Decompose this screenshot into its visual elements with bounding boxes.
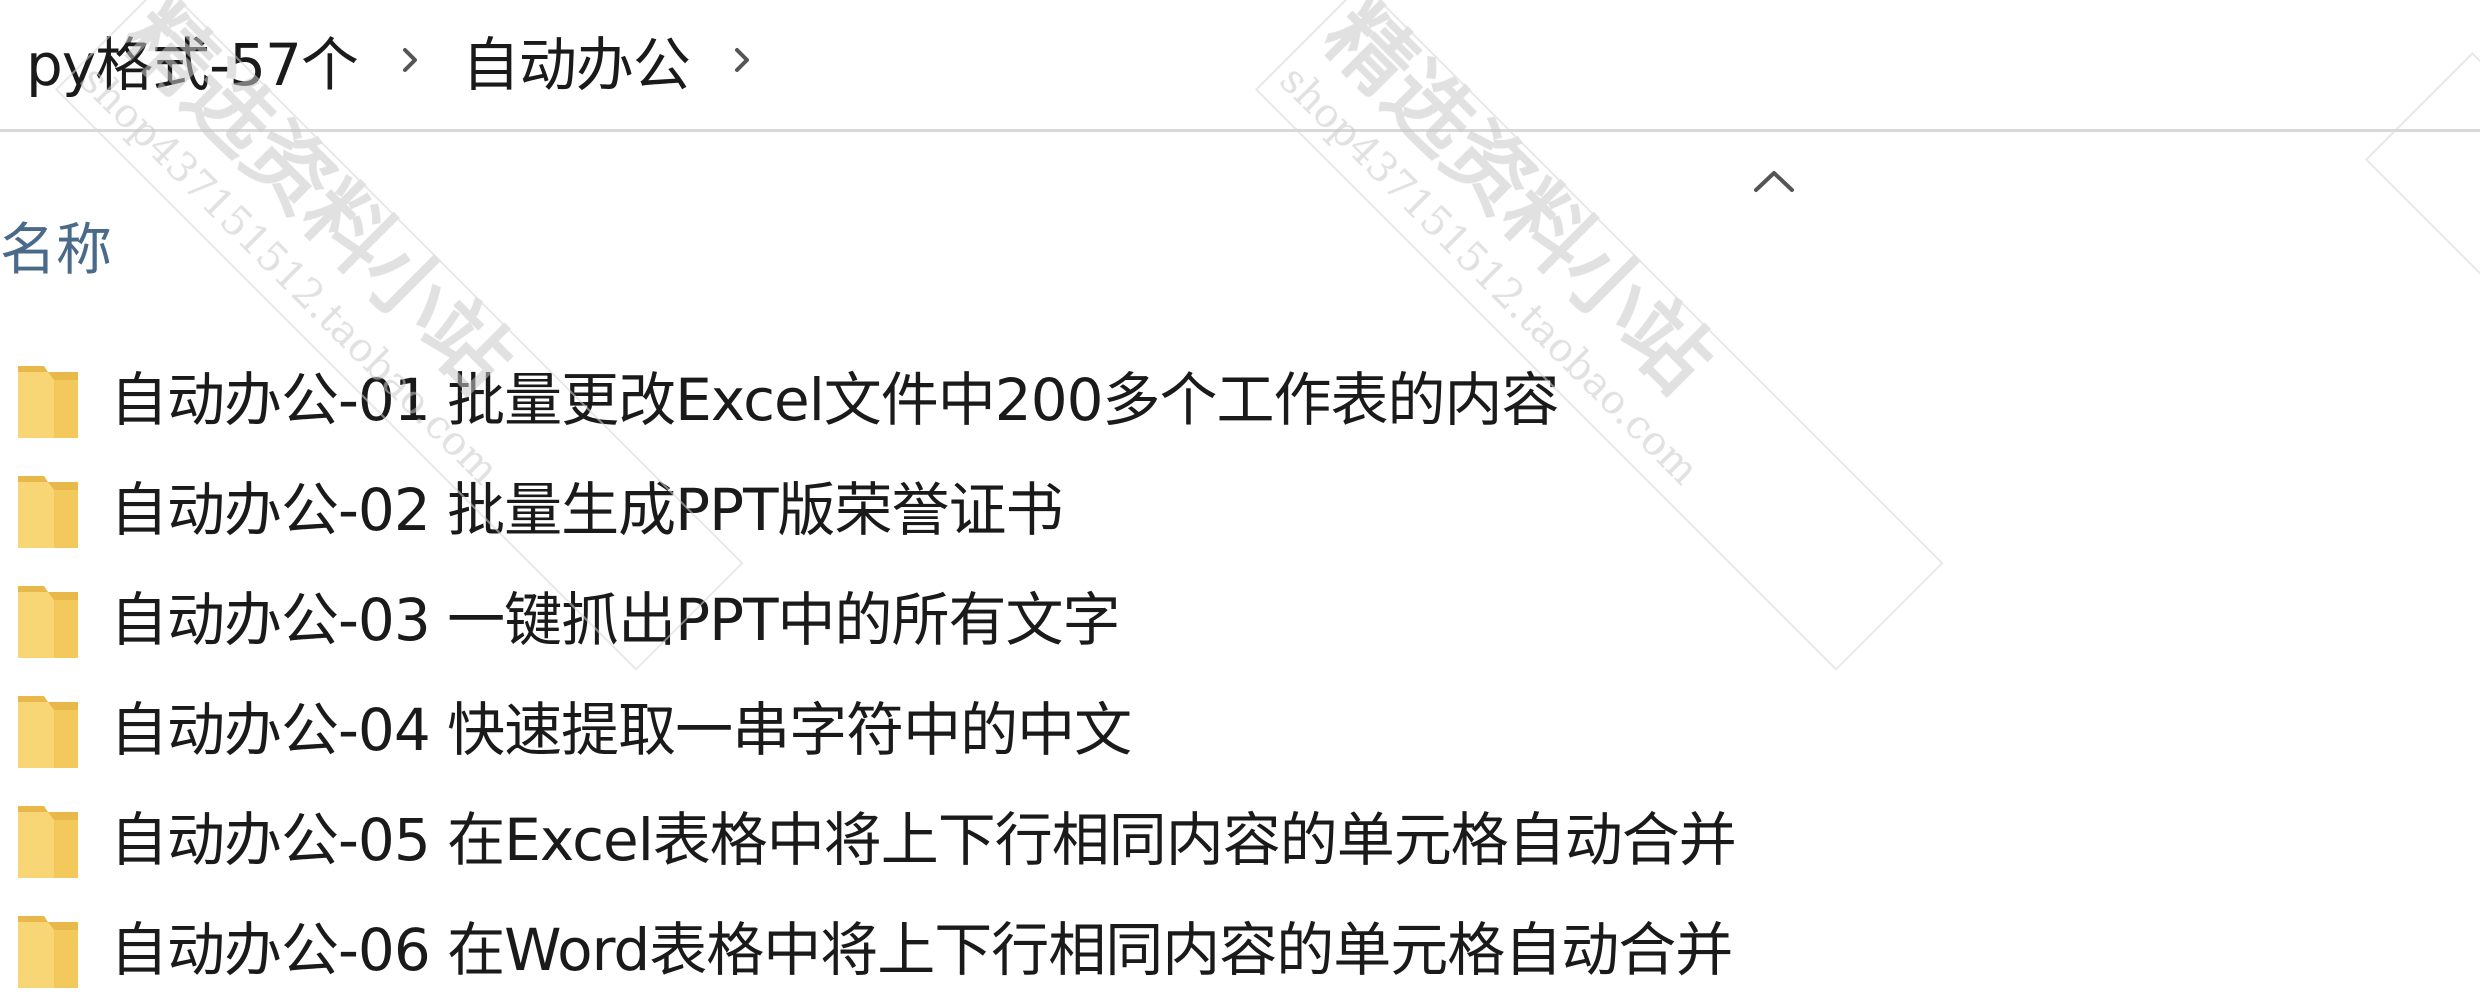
folder-icon — [14, 470, 82, 552]
file-name: 自动办公-04 快速提取一串字符中的中文 — [110, 696, 1132, 764]
breadcrumb-item-current[interactable]: 自动办公 — [462, 18, 691, 102]
chevron-right-icon[interactable] — [690, 10, 794, 110]
list-item[interactable]: 自动办公-04 快速提取一串字符中的中文 — [0, 675, 2480, 785]
file-name: 自动办公-03 一键抓出PPT中的所有文字 — [110, 586, 1121, 654]
file-name: 自动办公-01 批量更改Excel文件中200多个工作表的内容 — [110, 366, 1560, 434]
column-header-name[interactable]: 名称 — [0, 205, 112, 286]
breadcrumb-item-root[interactable]: py格式-57个 — [26, 18, 359, 102]
list-item[interactable]: 自动办公-02 批量生成PPT版荣誉证书 — [0, 455, 2480, 565]
list-item[interactable]: 自动办公-01 批量更改Excel文件中200多个工作表的内容 — [0, 345, 2480, 455]
file-name: 自动办公-02 批量生成PPT版荣誉证书 — [110, 476, 1064, 544]
folder-icon — [14, 360, 82, 442]
file-list: 自动办公-01 批量更改Excel文件中200多个工作表的内容 自动办公-02 … — [0, 345, 2480, 1005]
list-item[interactable]: 自动办公-05 在Excel表格中将上下行相同内容的单元格自动合并 — [0, 785, 2480, 895]
folder-icon — [14, 580, 82, 662]
list-item[interactable]: 自动办公-06 在Word表格中将上下行相同内容的单元格自动合并 — [0, 895, 2480, 1005]
folder-icon — [14, 800, 82, 882]
sort-ascending-icon — [1752, 168, 1796, 194]
address-bar: py格式-57个 自动办公 — [0, 0, 2480, 132]
list-item[interactable]: 自动办公-03 一键抓出PPT中的所有文字 — [0, 565, 2480, 675]
folder-icon — [14, 910, 82, 992]
file-name: 自动办公-06 在Word表格中将上下行相同内容的单元格自动合并 — [110, 916, 1733, 984]
chevron-right-icon[interactable] — [358, 10, 462, 110]
folder-icon — [14, 690, 82, 772]
breadcrumb: py格式-57个 自动办公 — [26, 10, 794, 110]
file-name: 自动办公-05 在Excel表格中将上下行相同内容的单元格自动合并 — [110, 806, 1737, 874]
